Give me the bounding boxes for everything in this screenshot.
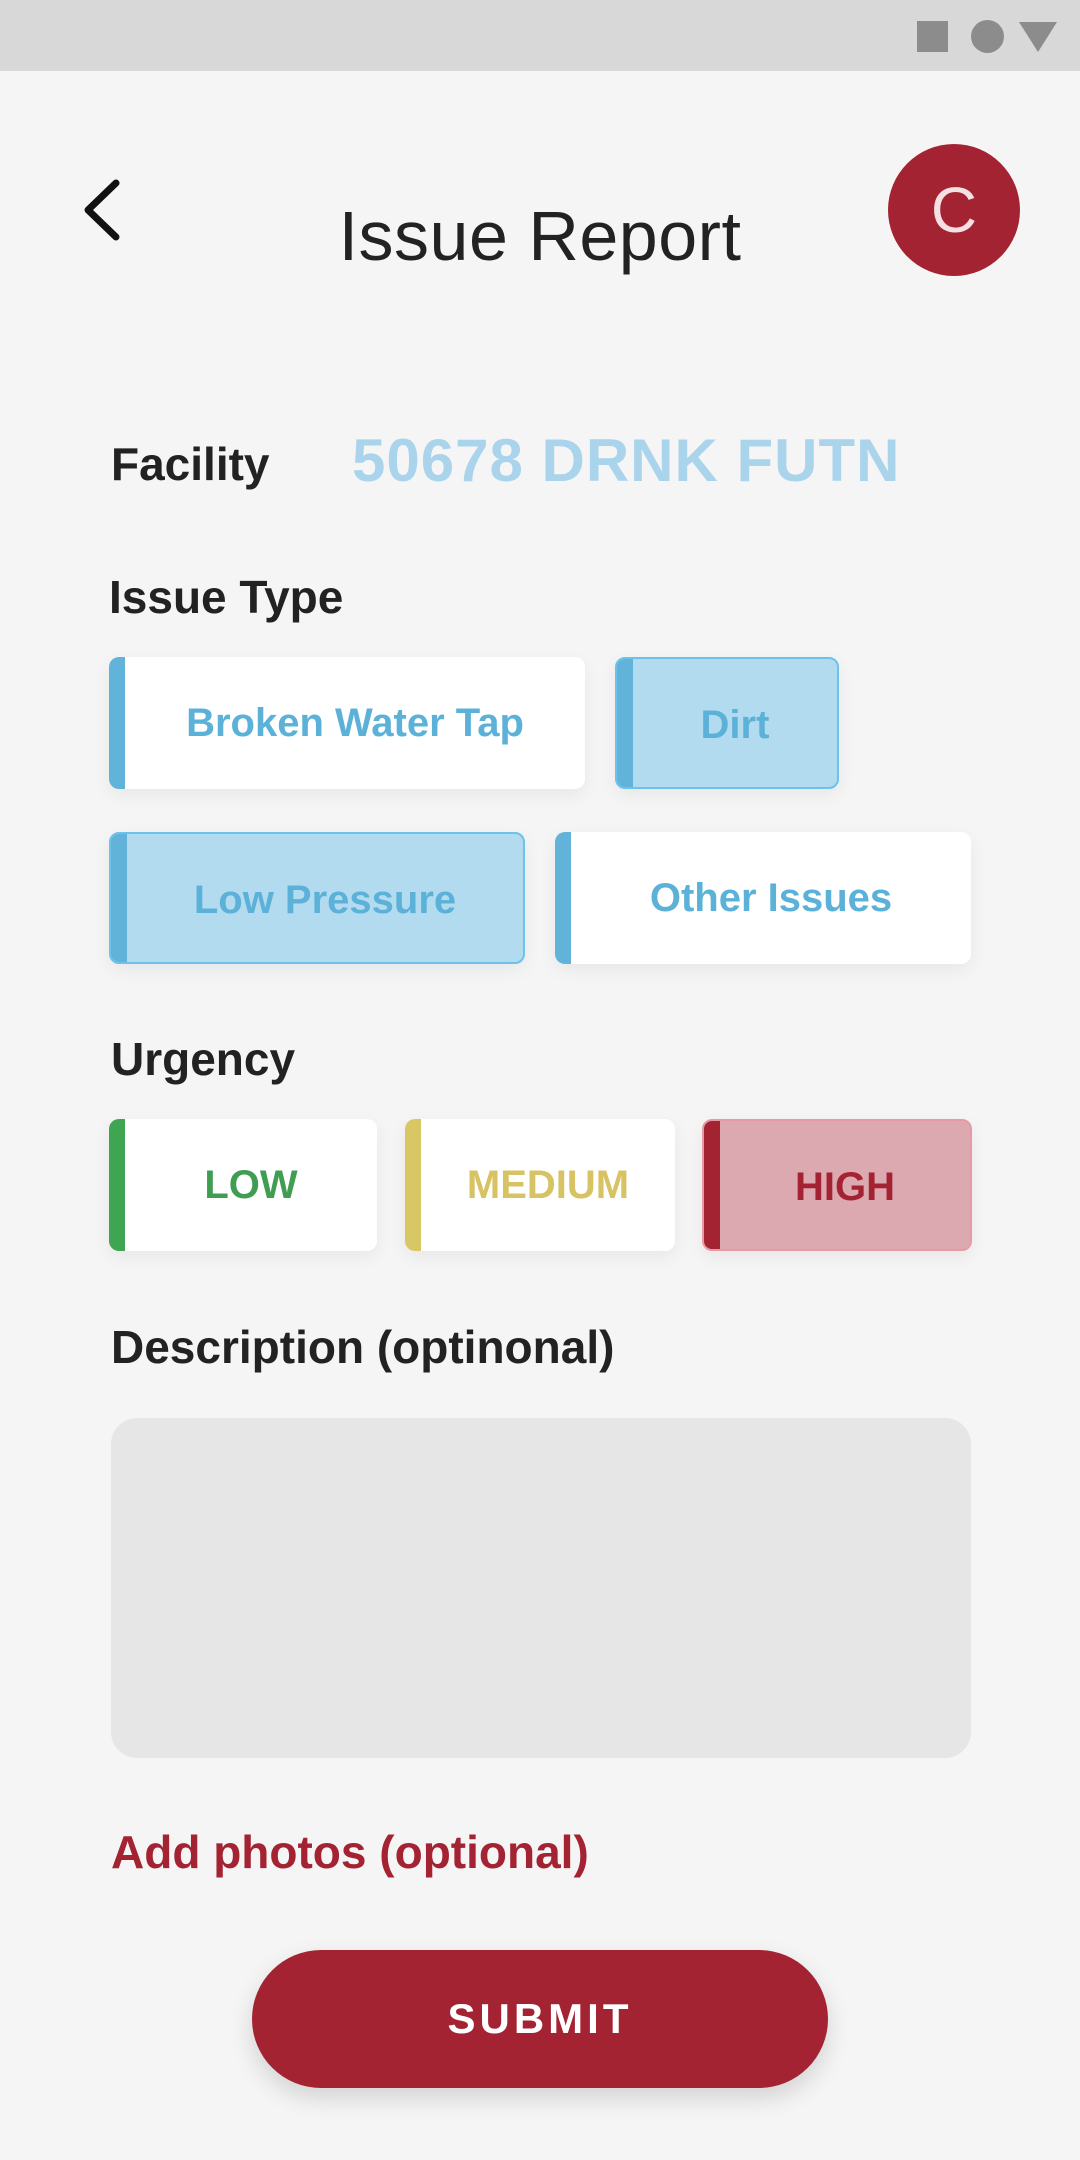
add-photos-link[interactable]: Add photos (optional) bbox=[111, 1825, 589, 1879]
chip-label: Broken Water Tap bbox=[186, 701, 524, 745]
chip-label: LOW bbox=[204, 1163, 298, 1207]
avatar[interactable]: C bbox=[888, 144, 1020, 276]
submit-button[interactable]: SUBMIT bbox=[252, 1950, 828, 2088]
issue-chip-low-pressure[interactable]: Low Pressure bbox=[109, 832, 525, 964]
urgency-chip-medium[interactable]: MEDIUM bbox=[405, 1119, 675, 1251]
urgency-chip-high[interactable]: HIGH bbox=[702, 1119, 972, 1251]
circle-icon bbox=[971, 20, 1004, 53]
chip-label: HIGH bbox=[795, 1165, 895, 1209]
description-textarea[interactable] bbox=[111, 1418, 971, 1758]
description-label: Description (optinonal) bbox=[111, 1321, 615, 1373]
chip-label: Dirt bbox=[700, 703, 770, 747]
urgency-chip-low[interactable]: LOW bbox=[109, 1119, 377, 1251]
triangle-icon bbox=[1019, 22, 1057, 52]
chip-label: Other Issues bbox=[649, 876, 893, 920]
issue-chip-broken-water-tap[interactable]: Broken Water Tap bbox=[109, 657, 585, 789]
status-bar bbox=[0, 0, 1080, 71]
facility-label: Facility bbox=[111, 438, 270, 490]
facility-value: 50678 DRNK FUTN bbox=[352, 427, 901, 494]
stop-icon bbox=[917, 21, 948, 52]
chip-label: MEDIUM bbox=[466, 1163, 630, 1207]
chip-label: Low Pressure bbox=[193, 878, 457, 922]
issue-type-label: Issue Type bbox=[109, 571, 344, 623]
issue-chip-dirt[interactable]: Dirt bbox=[615, 657, 839, 789]
urgency-label: Urgency bbox=[111, 1033, 296, 1085]
issue-chip-other-issues[interactable]: Other Issues bbox=[555, 832, 971, 964]
